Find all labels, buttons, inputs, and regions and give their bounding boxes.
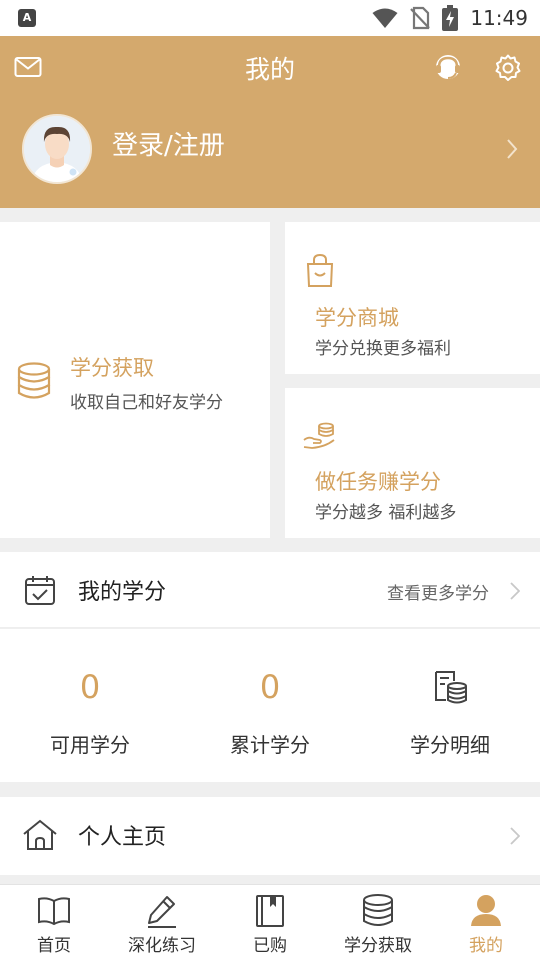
chevron-right-icon[interactable] <box>510 827 520 845</box>
total-credits-stat[interactable]: 0 累计学分 <box>180 665 360 758</box>
login-register-link[interactable]: 登录/注册 <box>112 125 225 162</box>
total-credits-value: 0 <box>259 668 281 706</box>
nav-item-purchased[interactable]: 已购 <box>216 885 324 960</box>
credit-mall-title: 学分商城 <box>315 306 399 330</box>
nav-item-mine[interactable]: 我的 <box>432 885 540 960</box>
my-credits-header[interactable]: 我的学分 查看更多学分 <box>0 552 540 628</box>
nav-label-earn-credits: 学分获取 <box>344 936 412 956</box>
shopping-bag-icon <box>306 254 334 287</box>
user-icon <box>471 895 501 926</box>
battery-charging-icon <box>442 5 459 31</box>
available-credits-stat[interactable]: 0 可用学分 <box>0 665 180 758</box>
chevron-right-icon[interactable] <box>510 582 520 600</box>
available-credits-label: 可用学分 <box>50 733 130 757</box>
view-more-credits-link[interactable]: 查看更多学分 <box>387 579 489 604</box>
earn-credits-title: 学分获取 <box>70 356 154 380</box>
status-icons: 11:49 <box>372 4 528 32</box>
book-open-icon <box>38 897 70 926</box>
bookmark-book-icon <box>256 895 284 927</box>
personal-homepage-row[interactable]: 个人主页 <box>0 797 540 875</box>
task-credits-card[interactable]: 做任务赚学分 学分越多 福利越多 <box>285 388 540 538</box>
gear-icon[interactable] <box>494 54 522 82</box>
pencil-icon <box>148 896 176 928</box>
total-credits-label: 累计学分 <box>230 733 310 757</box>
nav-item-earn-credits[interactable]: 学分获取 <box>324 885 432 960</box>
hand-coins-icon <box>303 422 335 449</box>
credit-detail-icon <box>435 671 467 704</box>
customer-service-icon[interactable] <box>432 52 464 84</box>
available-credits-value: 0 <box>79 668 101 706</box>
app-indicator-icon: A <box>18 9 36 27</box>
profile-header: 我的 登录/注册 <box>0 36 540 208</box>
wifi-icon <box>372 8 398 28</box>
bottom-nav: 首页 深化练习 已购 学分获取 我的 <box>0 884 540 960</box>
earn-credits-card[interactable]: 学分获取 收取自己和好友学分 <box>0 222 270 538</box>
chevron-right-icon[interactable] <box>506 138 518 160</box>
credit-mall-subtitle: 学分兑换更多福利 <box>315 339 451 359</box>
nav-label-purchased: 已购 <box>253 936 287 956</box>
coin-stack-icon <box>17 362 51 399</box>
coin-stack-icon <box>363 894 393 926</box>
avatar[interactable] <box>22 114 92 184</box>
personal-homepage-title: 个人主页 <box>78 825 167 850</box>
my-credits-title: 我的学分 <box>78 580 167 605</box>
earn-credits-subtitle: 收取自己和好友学分 <box>70 393 223 413</box>
nav-label-home: 首页 <box>37 936 71 956</box>
home-icon <box>23 819 57 850</box>
task-credits-subtitle: 学分越多 福利越多 <box>315 503 457 523</box>
nav-item-home[interactable]: 首页 <box>0 885 108 960</box>
nav-item-practice[interactable]: 深化练习 <box>108 885 216 960</box>
status-bar: A 11:49 <box>0 0 540 36</box>
nav-label-mine: 我的 <box>469 936 503 956</box>
credit-detail-label: 学分明细 <box>410 733 490 757</box>
credit-mall-card[interactable]: 学分商城 学分兑换更多福利 <box>285 222 540 374</box>
status-time: 11:49 <box>470 6 528 30</box>
my-credits-stats: 0 可用学分 0 累计学分 学分明细 <box>0 629 540 782</box>
nav-label-practice: 深化练习 <box>128 936 196 956</box>
calendar-check-icon <box>25 576 55 605</box>
task-credits-title: 做任务赚学分 <box>315 470 441 494</box>
no-sim-icon <box>410 6 431 30</box>
credit-detail-stat[interactable]: 学分明细 <box>360 665 540 758</box>
